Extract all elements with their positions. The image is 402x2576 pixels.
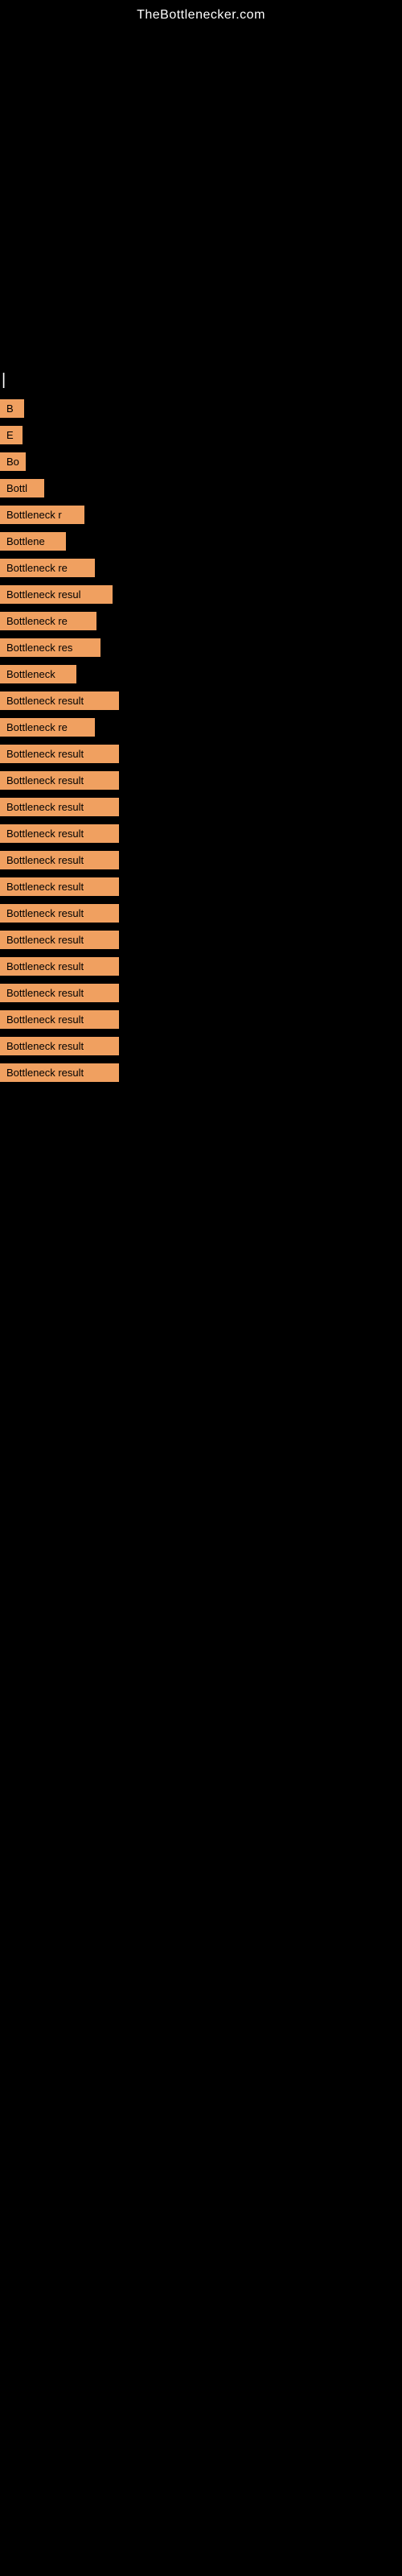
result-item: Bottleneck re [0,716,402,738]
bottleneck-result-label[interactable]: Bottleneck result [0,851,119,869]
bottleneck-result-label[interactable]: Bottleneck re [0,718,95,737]
result-item: Bottleneck result [0,849,402,871]
result-item: B [0,398,402,419]
bottleneck-result-label[interactable]: Bottleneck result [0,745,119,763]
result-item: Bottleneck resul [0,584,402,605]
bottleneck-result-label[interactable]: Bottleneck result [0,904,119,923]
bottleneck-result-label[interactable]: Bottleneck result [0,1063,119,1082]
result-item: Bottleneck result [0,982,402,1004]
result-item: Bottlene [0,530,402,552]
bottleneck-result-label[interactable]: Bottleneck result [0,824,119,843]
bottleneck-result-label[interactable]: Bottleneck res [0,638,100,657]
result-item: Bottleneck result [0,956,402,977]
bottleneck-result-label[interactable]: Bottleneck result [0,931,119,949]
result-item: Bottleneck re [0,610,402,632]
bottleneck-result-label[interactable]: Bottleneck [0,665,76,683]
bottleneck-result-label[interactable]: Bottleneck result [0,691,119,710]
result-item: Bottleneck result [0,796,402,818]
bottleneck-result-label[interactable]: B [0,399,24,418]
bottleneck-result-label[interactable]: Bottleneck result [0,877,119,896]
bottleneck-result-label[interactable]: E [0,426,23,444]
bottleneck-result-label[interactable]: Bottl [0,479,44,497]
site-title: TheBottlenecker.com [0,0,402,27]
result-item: Bottleneck result [0,902,402,924]
result-item: Bottleneck res [0,637,402,658]
result-item: Bottleneck result [0,1009,402,1030]
result-item: Bottleneck result [0,929,402,951]
dark-section [0,27,402,365]
bottleneck-result-label[interactable]: Bottleneck result [0,957,119,976]
result-item: Bottleneck result [0,1062,402,1084]
bottleneck-result-label[interactable]: Bottleneck re [0,559,95,577]
result-item: Bottleneck result [0,823,402,844]
result-item: Bottleneck re [0,557,402,579]
bottleneck-result-label[interactable]: Bottleneck result [0,1010,119,1029]
result-item: Bottleneck result [0,770,402,791]
bottleneck-result-label[interactable]: Bottleneck re [0,612,96,630]
result-item: Bo [0,451,402,473]
result-item: E [0,424,402,446]
result-item: Bottleneck result [0,1035,402,1057]
result-item: Bottleneck result [0,876,402,898]
result-item: Bottl [0,477,402,499]
bottleneck-result-label[interactable]: Bottleneck resul [0,585,113,604]
bottleneck-result-label[interactable]: Bottleneck result [0,798,119,816]
result-list: BE Bo Bottl Bottleneck r Bottlene Bottleneck … [0,398,402,1084]
bottleneck-result-label[interactable]: Bottleneck result [0,984,119,1002]
main-container: TheBottlenecker.com | BE Bo Bottl Bottlenec… [0,0,402,1104]
bottleneck-result-label[interactable]: Bottleneck result [0,1037,119,1055]
result-item: Bottleneck result [0,743,402,765]
bottleneck-result-label[interactable]: Bottleneck result [0,771,119,790]
cursor-indicator: | [2,371,402,390]
result-item: Bottleneck result [0,690,402,712]
bottleneck-result-label[interactable]: Bo [0,452,26,471]
bottleneck-result-label[interactable]: Bottlene [0,532,66,551]
result-item: Bottleneck r [0,504,402,526]
result-item: Bottleneck [0,663,402,685]
bottleneck-result-label[interactable]: Bottleneck r [0,506,84,524]
